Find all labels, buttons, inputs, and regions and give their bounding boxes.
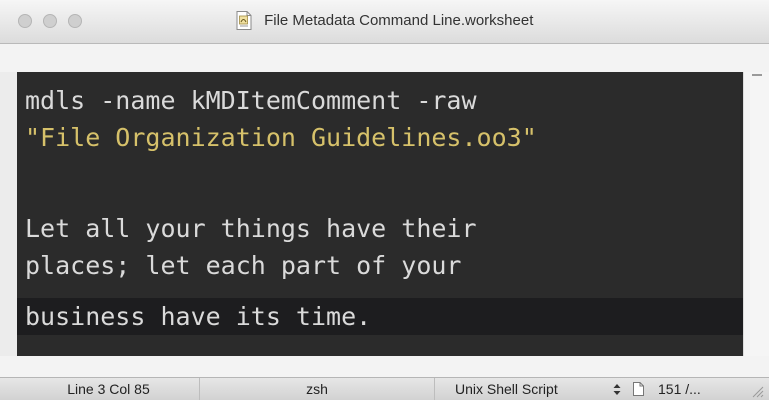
command-argument-line[interactable]: "File Organization Guidelines.oo3" <box>17 119 743 156</box>
worksheet-editor[interactable]: mdls -name kMDItemComment -raw "File Org… <box>17 72 743 356</box>
output-line[interactable]: places; let each part of your <box>17 247 743 284</box>
output-line[interactable]: Let all your things have their <box>17 210 743 247</box>
shell-selector[interactable]: zsh <box>200 378 435 400</box>
resize-grip-icon[interactable] <box>748 382 764 398</box>
blank-line[interactable] <box>17 156 743 193</box>
document-count: 151 /... <box>658 381 701 397</box>
editor-top-margin <box>0 44 769 72</box>
worksheet-window: File Metadata Command Line.worksheet mdl… <box>0 0 769 400</box>
scrollbar-thumb[interactable] <box>752 74 762 76</box>
command-line[interactable]: mdls -name kMDItemComment -raw <box>17 82 743 119</box>
up-down-stepper-icon[interactable] <box>612 383 622 396</box>
window-title: File Metadata Command Line.worksheet <box>264 12 534 29</box>
window-title-area: File Metadata Command Line.worksheet <box>0 11 769 30</box>
title-bar[interactable]: File Metadata Command Line.worksheet <box>0 0 769 44</box>
worksheet-document-icon[interactable] <box>236 11 252 30</box>
status-bar: Line 3 Col 85 zsh Unix Shell Script 151 … <box>0 377 769 400</box>
editor-bottom-margin <box>0 356 769 377</box>
vertical-scrollbar[interactable] <box>743 72 769 356</box>
current-output-line[interactable]: business have its time. <box>17 298 743 335</box>
language-selector[interactable]: Unix Shell Script <box>435 378 595 400</box>
page-icon <box>633 382 644 396</box>
cursor-position[interactable]: Line 3 Col 85 <box>18 378 200 400</box>
